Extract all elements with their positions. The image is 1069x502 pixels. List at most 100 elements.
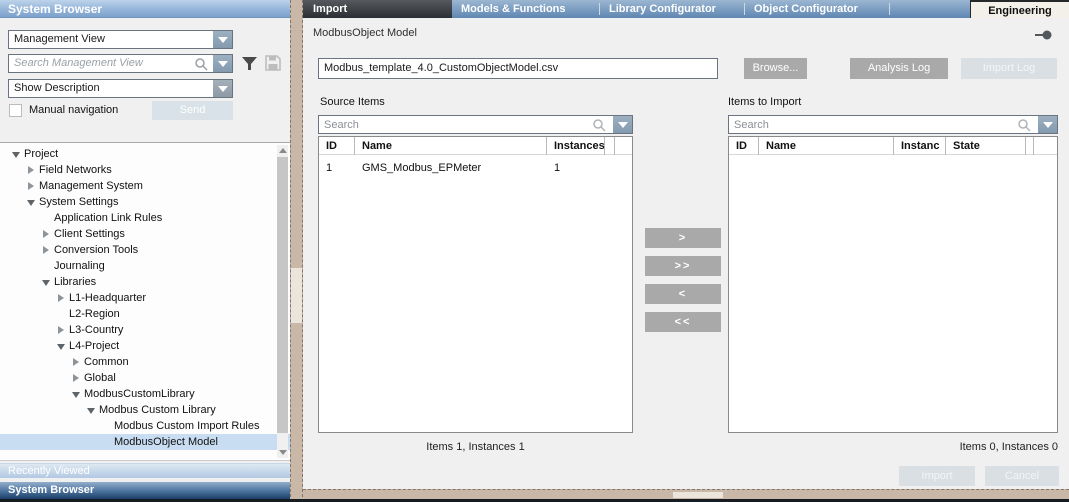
bottom-splitter[interactable] — [303, 489, 1069, 499]
panel-splitter[interactable] — [290, 0, 303, 502]
tree-item-modbuscustomlibrary[interactable]: ModbusCustomLibrary — [0, 386, 290, 402]
expand-arrow-icon[interactable] — [25, 162, 39, 178]
chevron-down-icon[interactable] — [612, 116, 632, 133]
description-dropdown[interactable]: Show Description — [8, 79, 233, 98]
source-search-input[interactable]: Search — [318, 115, 633, 134]
tree-item-libraries[interactable]: Libraries — [0, 274, 290, 290]
column-header-instances[interactable]: Instances — [547, 137, 605, 155]
expand-arrow-icon[interactable] — [25, 178, 39, 194]
items-to-import-table[interactable]: IDNameInstancState — [728, 136, 1058, 433]
recently-viewed-bar[interactable]: Recently Viewed — [0, 463, 290, 478]
import-log-button[interactable]: Import Log — [961, 58, 1057, 79]
tree-item-l4-project[interactable]: L4-Project — [0, 338, 290, 354]
search-input[interactable]: Search Management View — [8, 54, 233, 73]
filter-icon[interactable] — [241, 55, 258, 72]
tab-divider — [889, 3, 890, 15]
file-path-input[interactable]: Modbus_template_4.0_CustomObjectModel.cs… — [318, 58, 718, 79]
tree-item-modbus-custom-import-rules[interactable]: Modbus Custom Import Rules — [0, 418, 290, 434]
tree-item-label: Global — [84, 370, 116, 386]
source-items-label: Source Items — [320, 96, 385, 108]
tree-item-system-settings[interactable]: System Settings — [0, 194, 290, 210]
tab-object-configurator[interactable]: Object Configurator — [745, 0, 890, 18]
description-dropdown-value: Show Description — [14, 82, 100, 94]
tree-item-label: Management System — [39, 178, 143, 194]
tab-library-configurator[interactable]: Library Configurator — [600, 0, 745, 18]
scroll-down-icon[interactable] — [279, 450, 287, 455]
expand-arrow-icon[interactable] — [40, 242, 54, 258]
tree-item-modbusobject-model[interactable]: ModbusObject Model — [0, 434, 290, 450]
collapse-arrow-icon[interactable] — [40, 274, 54, 290]
table-row[interactable]: 1GMS_Modbus_EPMeter1 — [319, 159, 632, 177]
source-items-table[interactable]: IDNameInstances 1GMS_Modbus_EPMeter1 — [318, 136, 633, 433]
system-browser-bar[interactable]: System Browser — [0, 482, 290, 499]
tree-item-modbus-custom-library[interactable]: Modbus Custom Library — [0, 402, 290, 418]
collapse-arrow-icon[interactable] — [85, 402, 99, 418]
tree-item-l1-headquarter[interactable]: L1-Headquarter — [0, 290, 290, 306]
tree-item-conversion-tools[interactable]: Conversion Tools — [0, 242, 290, 258]
tree-item-journaling[interactable]: Journaling — [0, 258, 290, 274]
column-header-id[interactable]: ID — [729, 137, 759, 155]
import-search-input[interactable]: Search — [728, 115, 1058, 134]
tree-item-field-networks[interactable]: Field Networks — [0, 162, 290, 178]
tree-item-client-settings[interactable]: Client Settings — [0, 226, 290, 242]
move-left-button[interactable]: < — [645, 284, 721, 304]
collapse-arrow-icon[interactable] — [55, 338, 69, 354]
column-header-blank[interactable] — [605, 137, 615, 155]
chevron-down-icon[interactable] — [1037, 116, 1057, 133]
import-search-placeholder: Search — [734, 117, 769, 134]
column-header-name[interactable]: Name — [759, 137, 894, 155]
expand-arrow-icon[interactable] — [70, 354, 84, 370]
scrollbar-thumb[interactable] — [277, 157, 288, 433]
chevron-down-icon[interactable] — [212, 31, 232, 48]
tree-item-management-system[interactable]: Management System — [0, 178, 290, 194]
collapse-arrow-icon[interactable] — [70, 386, 84, 402]
splitter-handle[interactable] — [673, 492, 723, 498]
expand-arrow-icon[interactable] — [55, 290, 69, 306]
search-icon — [592, 118, 606, 132]
tree-item-l3-country[interactable]: L3-Country — [0, 322, 290, 338]
column-header-id[interactable]: ID — [319, 137, 355, 155]
manual-navigation-checkbox[interactable] — [9, 104, 22, 117]
tree-item-label: ModbusObject Model — [114, 434, 218, 450]
send-button[interactable]: Send — [152, 101, 233, 120]
column-header-instanc[interactable]: Instanc — [894, 137, 946, 155]
cancel-button[interactable]: Cancel — [985, 466, 1059, 486]
move-right-button[interactable]: > — [645, 228, 721, 248]
view-dropdown[interactable]: Management View — [8, 30, 233, 49]
tree-item-project[interactable]: Project — [0, 146, 290, 162]
tree-item-label: Common — [84, 354, 129, 370]
tree-item-global[interactable]: Global — [0, 370, 290, 386]
tab-engineering[interactable]: Engineering — [970, 0, 1069, 18]
tree-scrollbar[interactable] — [277, 145, 288, 458]
tree-item-label: L4-Project — [69, 338, 119, 354]
splitter-handle[interactable] — [291, 268, 302, 323]
tab-import[interactable]: Import — [303, 0, 452, 18]
expand-arrow-icon[interactable] — [40, 226, 54, 242]
tree-item-l2-region[interactable]: L2-Region — [0, 306, 290, 322]
chevron-down-icon[interactable] — [212, 80, 232, 97]
expand-arrow-icon[interactable] — [70, 370, 84, 386]
view-dropdown-value: Management View — [14, 33, 105, 45]
column-header-blank[interactable] — [1026, 137, 1034, 155]
pin-icon[interactable] — [1033, 30, 1053, 40]
tree-item-label: L3-Country — [69, 322, 123, 338]
collapse-arrow-icon[interactable] — [10, 146, 24, 162]
save-icon[interactable] — [265, 55, 281, 71]
browse-button[interactable]: Browse... — [744, 58, 807, 79]
chevron-down-icon[interactable] — [212, 55, 232, 72]
column-header-name[interactable]: Name — [355, 137, 547, 155]
table-cell: GMS_Modbus_EPMeter — [355, 162, 547, 174]
column-header-state[interactable]: State — [946, 137, 1026, 155]
expand-arrow-icon[interactable] — [55, 322, 69, 338]
move-all-left-button[interactable]: << — [645, 312, 721, 332]
collapse-arrow-icon[interactable] — [25, 194, 39, 210]
scroll-up-icon[interactable] — [279, 148, 287, 153]
analysis-log-button[interactable]: Analysis Log — [850, 58, 948, 79]
tab-models-functions[interactable]: Models & Functions — [452, 0, 600, 18]
move-all-right-button[interactable]: >> — [645, 256, 721, 276]
tree-item-label: Project — [24, 146, 58, 162]
table-cell: 1 — [547, 162, 605, 174]
tree-item-common[interactable]: Common — [0, 354, 290, 370]
import-button[interactable]: Import — [899, 466, 975, 486]
tree-item-application-link-rules[interactable]: Application Link Rules — [0, 210, 290, 226]
